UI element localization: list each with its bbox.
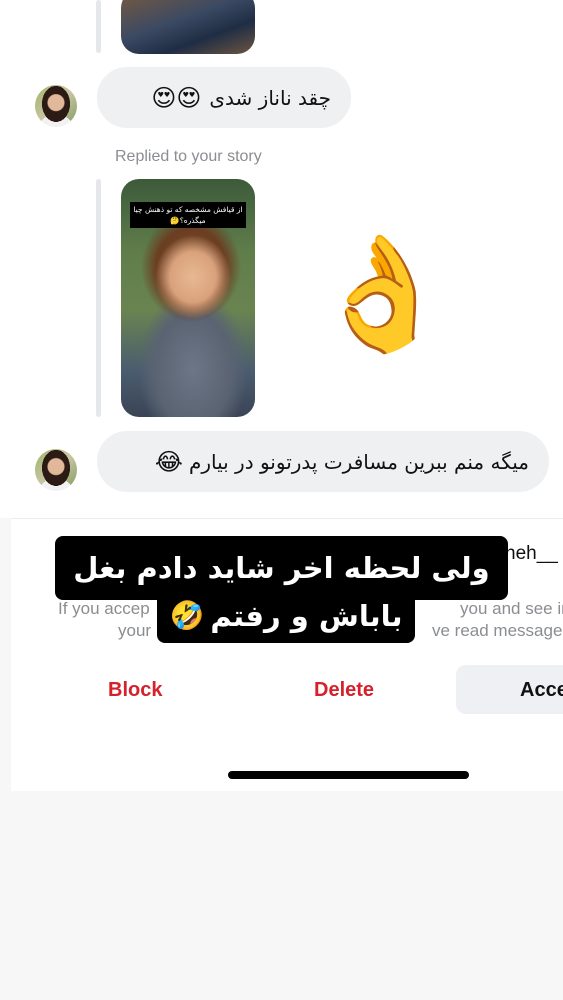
request-info-text: your — [118, 621, 152, 640]
dm-request-screen: چقد ناناز شدی 😍😍 Replied to your story ا… — [0, 0, 563, 1000]
overlay-caption-line: ولی لحظه اخر شاید دادم بغل — [73, 551, 490, 585]
rolling-laughing-emoji-icon: 🤣 — [169, 599, 205, 632]
request-info-text: If you accep — [58, 599, 150, 618]
story-thumbnail-previous[interactable] — [121, 0, 255, 54]
request-info-text: ve read messages — [432, 621, 563, 640]
message-text: چقد ناناز شدی — [209, 85, 331, 110]
message-thread: چقد ناناز شدی 😍😍 Replied to your story ا… — [0, 0, 563, 518]
overlay-caption-line: باباش و رفتم — [210, 598, 403, 633]
request-info-text: you and see info — [460, 599, 563, 618]
story-caption: از قیافش مشخصه که تو ذهنش چیا میگذره؟🤔 — [130, 202, 246, 228]
message-text: میگه منم ببرین مسافرت پدرتونو در بیارم — [188, 449, 529, 474]
message-bubble[interactable]: چقد ناناز شدی 😍😍 — [97, 67, 351, 128]
heart-eyes-emoji-icon: 😍😍 — [151, 83, 202, 112]
avatar[interactable] — [35, 85, 77, 127]
reply-indicator-bar — [96, 179, 101, 417]
replied-to-story-label: Replied to your story — [115, 148, 262, 165]
request-username: neh__ — [505, 543, 558, 564]
delete-button[interactable]: Delete — [314, 679, 374, 702]
message-bubble[interactable]: میگه منم ببرین مسافرت پدرتونو در بیارم 😂 — [97, 431, 549, 492]
block-button[interactable]: Block — [108, 679, 162, 702]
avatar[interactable] — [35, 449, 77, 491]
story-text-overlay: باباش و رفتم 🤣 — [157, 588, 415, 643]
accept-button[interactable]: Acce — [456, 665, 563, 714]
ok-hand-emoji-icon[interactable]: 👌 — [312, 238, 451, 350]
reply-indicator-bar — [96, 0, 101, 53]
tears-of-joy-emoji-icon: 😂 — [154, 447, 183, 476]
story-thumbnail[interactable]: از قیافش مشخصه که تو ذهنش چیا میگذره؟🤔 — [121, 179, 255, 417]
home-indicator[interactable] — [228, 771, 469, 779]
